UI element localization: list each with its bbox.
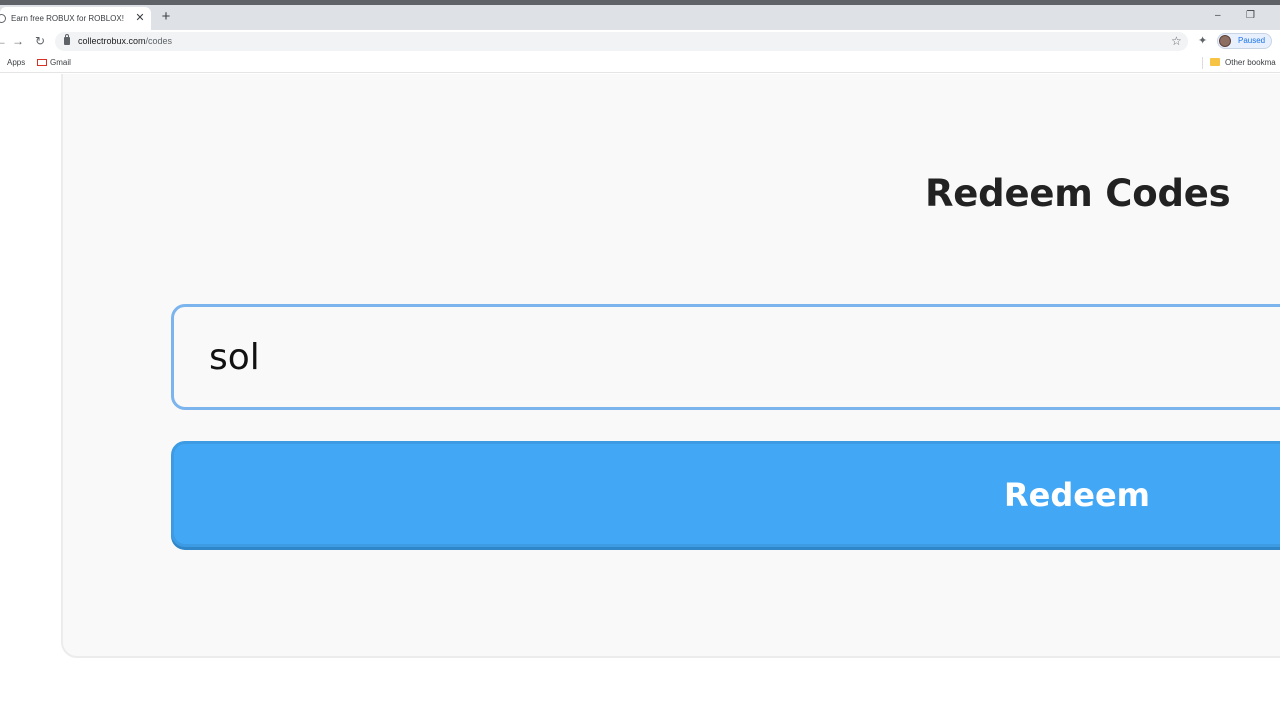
bookmarks-divider bbox=[1202, 57, 1203, 69]
page-viewport: Redeem Codes Redeem bbox=[0, 74, 1280, 720]
bookmark-gmail[interactable]: Gmail bbox=[37, 58, 71, 67]
url-host: collectrobux.com bbox=[78, 36, 146, 46]
bookmark-other[interactable]: Other bookma bbox=[1210, 58, 1276, 67]
avatar bbox=[1219, 35, 1231, 47]
bookmark-gmail-label: Gmail bbox=[50, 58, 71, 67]
browser-toolbar: ← → ↻ collectrobux.com/codes ☆ bbox=[0, 30, 1280, 53]
forward-button[interactable]: → bbox=[11, 34, 25, 48]
tab-bar: Earn free ROBUX for ROBLOX! ✕ + – ❐ bbox=[0, 5, 1280, 30]
minimize-button[interactable]: – bbox=[1215, 10, 1221, 22]
page-title: Redeem Codes bbox=[925, 172, 1231, 215]
extensions-puzzle-icon[interactable]: ✦ bbox=[1198, 34, 1207, 48]
bookmarks-bar: Apps Gmail Other bookma bbox=[0, 53, 1280, 73]
url-path: /codes bbox=[145, 36, 173, 46]
code-input[interactable] bbox=[171, 304, 1280, 410]
lock-icon[interactable] bbox=[64, 34, 70, 45]
redeem-button[interactable]: Redeem bbox=[171, 441, 1280, 547]
profile-status-label: Paused bbox=[1238, 36, 1266, 45]
redeem-button-label: Redeem bbox=[1004, 476, 1150, 514]
profile-button[interactable]: Paused bbox=[1217, 33, 1272, 49]
site-favicon-icon bbox=[0, 14, 6, 23]
tab-title: Earn free ROBUX for ROBLOX! bbox=[11, 14, 124, 23]
new-tab-button[interactable]: + bbox=[158, 9, 174, 25]
folder-icon bbox=[1210, 58, 1220, 66]
bookmark-apps[interactable]: Apps bbox=[7, 58, 25, 67]
url-text[interactable]: collectrobux.com/codes bbox=[78, 36, 172, 46]
bookmark-other-label: Other bookma bbox=[1225, 58, 1276, 67]
reload-button[interactable]: ↻ bbox=[33, 34, 47, 48]
tab-active[interactable]: Earn free ROBUX for ROBLOX! ✕ bbox=[0, 7, 151, 30]
gmail-icon bbox=[37, 59, 47, 66]
restore-button[interactable]: ❐ bbox=[1246, 10, 1255, 22]
address-bar[interactable]: collectrobux.com/codes ☆ bbox=[55, 32, 1188, 51]
bookmark-star-icon[interactable]: ☆ bbox=[1171, 34, 1182, 48]
tab-close-icon[interactable]: ✕ bbox=[133, 11, 147, 25]
back-button[interactable]: ← bbox=[0, 34, 8, 48]
